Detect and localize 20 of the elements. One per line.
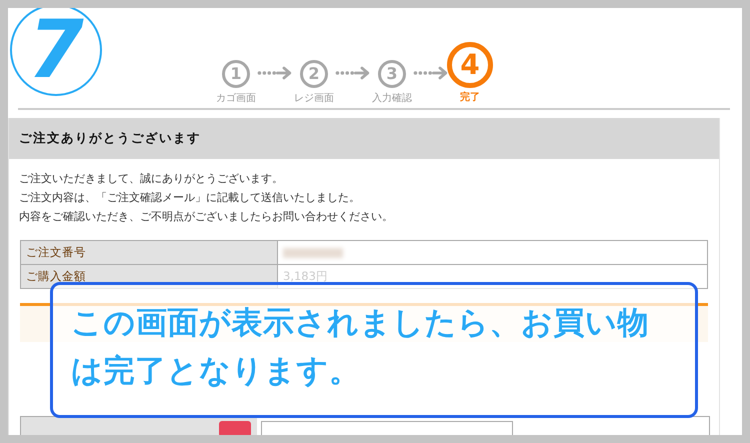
required-badge: [219, 421, 251, 435]
dotted-arrow-icon: [413, 66, 449, 80]
message-text: ご注文いただきまして、誠にありがとうございます。: [19, 171, 284, 187]
message-text: 内容をご確認いただき、ご不明点がございましたらお問い合わせください。: [19, 209, 394, 225]
dotted-arrow-icon: [335, 66, 371, 80]
panel-title: ご注文ありがとうございます: [9, 118, 719, 159]
callout-text: この画面が表示されましたら、お買い物は完了となります。: [71, 304, 650, 391]
step-number: 1: [222, 60, 250, 88]
message-text: ご注文内容は、「ご注文確認メール」に記載して送信いたしました。: [19, 190, 361, 206]
step-number: 3: [378, 60, 406, 88]
step-number: 4: [447, 42, 493, 88]
table-label-cell: ご注文番号: [20, 240, 278, 264]
step-label: カゴ画面: [216, 92, 256, 105]
dotted-arrow-icon: [257, 66, 293, 80]
step-label: レジ画面: [294, 92, 334, 105]
step-label: 入力確認: [372, 92, 412, 105]
step-number: 2: [300, 60, 328, 88]
step-label: 完了: [460, 90, 480, 104]
blurred-value: [283, 248, 343, 258]
step-number-badge: 7: [10, 8, 102, 96]
